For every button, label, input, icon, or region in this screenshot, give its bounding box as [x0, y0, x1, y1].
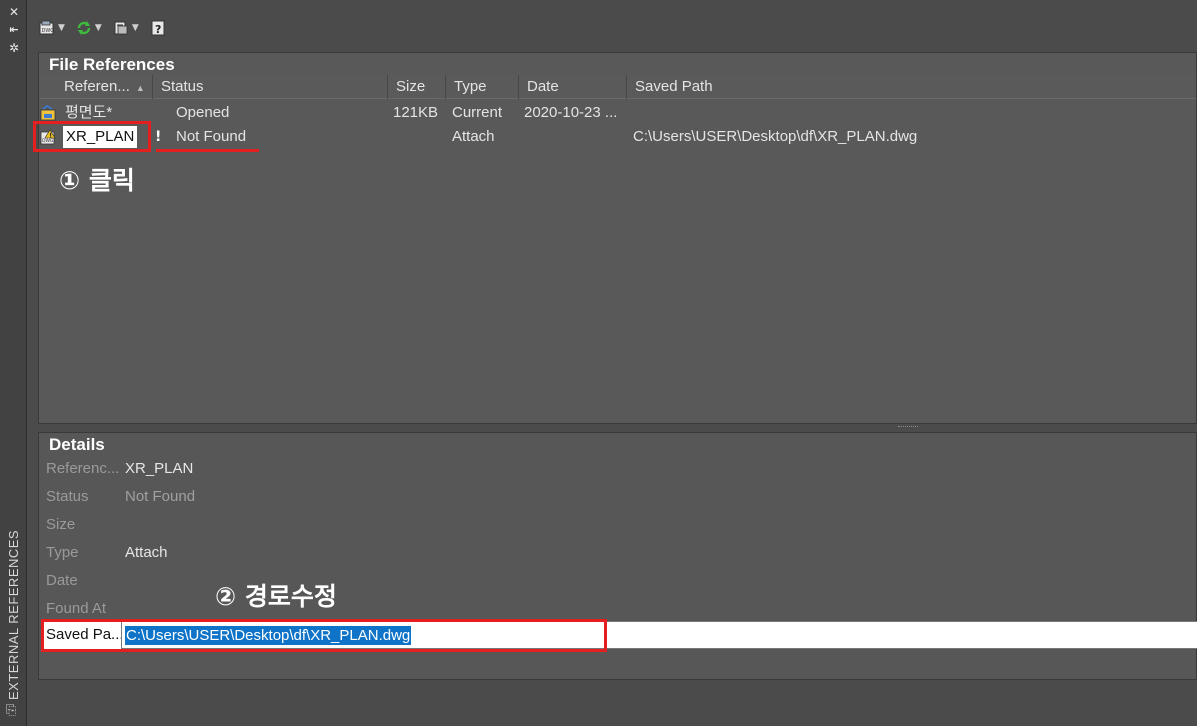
column-reference[interactable]: Referen... ▲ — [56, 75, 153, 99]
change-path-button[interactable]: ▼ — [112, 16, 145, 40]
details-value: Attach — [125, 544, 168, 561]
details-value: Not Found — [125, 488, 196, 505]
svg-text:?: ? — [155, 23, 161, 36]
highlight-box — [41, 619, 607, 652]
details-row-status: Status Not Found — [39, 483, 1196, 511]
auto-hide-icon[interactable]: ⇤ — [7, 23, 21, 37]
highlight-underline — [156, 149, 259, 152]
refresh-icon — [77, 21, 91, 35]
reference-status: Not Found — [176, 128, 247, 145]
details-section: Details Referenc... XR_PLAN Status Not F… — [38, 432, 1197, 680]
palette-title: EXTERNAL REFERENCES — [6, 529, 21, 700]
svg-text:DWG: DWG — [42, 28, 55, 34]
palette-title-strip: ✕ ⇤ ✲ EXTERNAL REFERENCES ⎘ — [0, 0, 27, 726]
highlight-box — [33, 121, 151, 152]
chevron-down-icon[interactable]: ▼ — [132, 23, 139, 33]
splitter-grip[interactable] — [898, 426, 918, 429]
file-references-title: File References — [49, 55, 175, 74]
not-found-warning-icon: ! — [155, 129, 162, 145]
details-label: Status — [46, 488, 89, 505]
reference-type: Attach — [452, 128, 495, 145]
details-row-reference: Referenc... XR_PLAN — [39, 455, 1196, 483]
toolbar: DWG ▼ ▼ ▼ ? — [38, 14, 167, 42]
step-two-annotation: ② 경로수정 — [215, 582, 337, 611]
change-path-icon — [114, 21, 128, 35]
chevron-down-icon[interactable]: ▼ — [95, 23, 102, 33]
attach-dwg-icon: DWG — [39, 20, 55, 35]
column-status[interactable]: Status — [153, 75, 388, 99]
details-label: Type — [46, 544, 79, 561]
column-header-row: Referen... ▲ Status Size Type Date Saved … — [39, 75, 1196, 99]
reference-status: Opened — [176, 104, 230, 121]
refresh-button[interactable]: ▼ — [75, 16, 108, 40]
reference-type: Current — [452, 104, 503, 121]
table-row[interactable]: 평면도* Opened 121KB Current 2020-10-23 ... — [39, 101, 1196, 125]
drawing-icon — [40, 105, 56, 121]
details-label: Size — [46, 516, 76, 533]
bottom-bar — [38, 680, 1197, 726]
reference-date: 2020-10-23 ... — [524, 104, 618, 121]
column-reference-label: Referen... — [64, 78, 130, 95]
file-references-section: File References Referen... ▲ Status Size … — [33, 52, 1197, 424]
column-size[interactable]: Size — [388, 75, 446, 99]
help-button[interactable]: ? — [149, 16, 167, 40]
close-icon[interactable]: ✕ — [7, 5, 21, 19]
palette-menu-icon[interactable]: ⎘ — [6, 704, 20, 718]
external-references-panel: DWG ▼ ▼ ▼ ? File References Referen... ▲… — [28, 0, 1197, 726]
details-row-size: Size — [39, 511, 1196, 539]
attach-dwg-button[interactable]: DWG ▼ — [38, 16, 71, 40]
details-value: XR_PLAN — [125, 460, 194, 477]
details-label: Date — [46, 572, 78, 589]
reference-saved-path: C:\Users\USER\Desktop\df\XR_PLAN.dwg — [633, 128, 918, 145]
column-date[interactable]: Date — [519, 75, 627, 99]
step-one-annotation: ① 클릭 — [59, 166, 135, 195]
details-label: Referenc... — [46, 460, 120, 477]
reference-size: 121KB — [393, 104, 439, 121]
properties-icon[interactable]: ✲ — [7, 41, 21, 55]
details-row-type: Type Attach — [39, 539, 1196, 567]
chevron-down-icon[interactable]: ▼ — [58, 23, 65, 33]
column-saved-path[interactable]: Saved Path — [627, 75, 1197, 99]
details-title: Details — [49, 435, 105, 454]
panel-splitter[interactable] — [38, 424, 1197, 432]
table-row[interactable]: DWG ! XR_PLAN ! Not Found Attach C:\User… — [39, 125, 1196, 149]
details-row-date: Date — [39, 567, 1196, 595]
column-type[interactable]: Type — [446, 75, 519, 99]
sort-ascending-icon: ▲ — [135, 83, 145, 93]
help-icon: ? — [151, 20, 165, 36]
